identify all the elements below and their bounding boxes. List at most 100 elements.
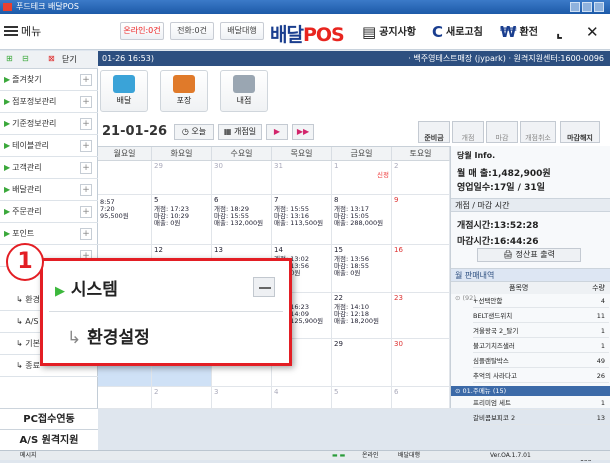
collapse-minus-button[interactable] (253, 277, 275, 297)
close-window-icon[interactable] (594, 2, 604, 12)
sidebar-item-customer[interactable]: ▶ 고객관리 + (0, 157, 98, 179)
sidebar-item-point[interactable]: ▶ 포인트 + (0, 223, 98, 245)
calendar-day-cell[interactable] (98, 161, 152, 195)
system-menu-item[interactable]: ▶ 시스템 (55, 275, 118, 300)
dinein-category-button[interactable]: 내점 (220, 70, 268, 112)
calendar-day-cell[interactable]: 6 (392, 387, 450, 409)
online-orders-button[interactable]: 온라인:0건 (120, 22, 164, 40)
sidebar-item-delivery[interactable]: ▶ 배달관리 + (0, 179, 98, 201)
collapse-button[interactable]: ⌞ (556, 19, 566, 45)
calendar-day-cell[interactable]: 23 (392, 293, 450, 339)
sales-item-row[interactable]: 갈비콤보피코 2 13 (473, 411, 609, 425)
sidebar-item-base-info[interactable]: ▶ 기준정보관리 + (0, 113, 98, 135)
sidebar-item-favorites[interactable]: ▶ 즐겨찾기 + (0, 69, 98, 91)
open-day-button[interactable]: ▦ 개점일 (218, 124, 262, 140)
day-number: 12 (154, 246, 163, 254)
status-bar: 메시지 ▬ ▬ 온라인 배달대행 Ver.OA.1.7.01 (0, 450, 610, 460)
pc-connect-button[interactable]: PC접수연동 (0, 408, 98, 429)
notice-button[interactable]: ▤ 공지사항 (362, 19, 416, 45)
refresh-button[interactable]: C 새로고침 (432, 19, 483, 45)
calendar-day-cell[interactable]: 1 신정 (332, 161, 392, 195)
takeout-category-button[interactable]: 포장 (160, 70, 208, 112)
today-button[interactable]: ◷ 오늘 (174, 124, 214, 140)
popup-divider (49, 311, 283, 312)
day-summary: 개점: 18:29 마감: 15:55 매출: 132,000원 (214, 205, 264, 227)
day-number: 3 (214, 388, 219, 396)
calendar-day-cell[interactable]: 29 (152, 161, 212, 195)
calendar-day-cell[interactable]: 7 개점: 15:55 마감: 13:16 매출: 113,500원 (272, 195, 332, 245)
calendar-day-cell[interactable]: 4 (272, 387, 332, 409)
calendar-day-cell[interactable]: 22 개점: 14:10 마감: 12:18 매출: 18,200원 (332, 293, 392, 339)
calendar-day-cell[interactable]: 31 (272, 161, 332, 195)
plus-icon: + (80, 118, 92, 130)
openclose-title: 개점 / 마감 시간 (451, 198, 610, 212)
collapse-all-icon[interactable]: ⊟ (22, 54, 29, 63)
close-cancel-button[interactable]: 마감해지 (560, 121, 600, 143)
plus-icon: + (80, 96, 92, 108)
calendar-day-cell[interactable]: 5 개점: 17:23 마감: 10:29 매출: 0원 (152, 195, 212, 245)
sales-item-row[interactable]: +선택안함 4 (473, 294, 609, 308)
exchange-button[interactable]: ₩ 환전 (500, 19, 538, 45)
month-info-title: 당월 Info. (457, 151, 496, 160)
sales-item-qty: 11 (596, 312, 605, 320)
sales-item-name: BELT샌드위치 (473, 312, 513, 320)
remote-support-button[interactable]: A/S 원격지원 (0, 429, 98, 450)
prep-money-button[interactable]: 준비금 (418, 121, 450, 143)
calendar-day-cell[interactable]: 9 (392, 195, 450, 245)
calendar-day-cell[interactable]: 29 (332, 339, 392, 387)
sales-group-2[interactable]: ⊙ 01.주메뉴 (15) (451, 386, 610, 396)
menu-label: 메뉴 (21, 25, 42, 38)
sales-item-row[interactable]: 프리미엄 세트 1 (473, 396, 609, 410)
calendar-day-cell[interactable]: 2 (392, 161, 450, 195)
env-settings-item[interactable]: ↳ 환경설정 (67, 323, 150, 348)
open-button[interactable]: 개점 (452, 121, 484, 143)
delivery-category-button[interactable]: 배달 (100, 70, 148, 112)
sales-item-qty: 26 (596, 372, 605, 380)
sidebar-item-order[interactable]: ▶ 주문관리 + (0, 201, 98, 223)
sidebar-item-table[interactable]: ▶ 테이블관리 + (0, 135, 98, 157)
close-all-icon[interactable]: ⊠ (48, 54, 55, 63)
calendar-day-cell[interactable]: 30 (212, 161, 272, 195)
day-number: 15 (334, 246, 343, 254)
sales-item-row[interactable]: 겨울왕국 2_탈기 1 (473, 324, 609, 338)
maximize-icon[interactable] (582, 2, 592, 12)
calendar-day-cell[interactable]: 2 (152, 387, 212, 409)
close-button[interactable]: ✕ (586, 19, 602, 45)
minimize-icon[interactable] (570, 2, 580, 12)
close-all-label[interactable]: 닫기 (62, 54, 77, 65)
calendar-day-cell[interactable]: 8:57 7:20 95,500원 (98, 195, 152, 245)
sales-item-row[interactable]: 심플랜탈박스 49 (473, 354, 609, 368)
delivery-agency-button[interactable]: 배달대행 (220, 22, 264, 40)
calendar-day-cell[interactable]: 16 (392, 245, 450, 293)
close-time: 마감시간:16:44:26 (457, 237, 539, 247)
calendar-day-cell[interactable]: 5 (332, 387, 392, 409)
calendar-day-cell[interactable]: 15 개점: 13:56 마감: 18:55 매출: 0원 (332, 245, 392, 293)
next-button[interactable]: ▶ (266, 124, 288, 140)
version-label: Ver.OA.1.7.01 (490, 452, 531, 459)
sales-item-row[interactable]: 불고기치즈샐러 1 (473, 339, 609, 353)
dinein-icon (233, 75, 255, 93)
day-number: 9 (394, 196, 399, 204)
day-number: 31 (274, 162, 283, 170)
phone-orders-button[interactable]: 전화:0건 (170, 22, 214, 40)
month-sales: 월 매 출:1,482,900원 (457, 169, 551, 179)
won-icon: ₩ (500, 23, 517, 41)
calendar-day-cell[interactable]: 3 (212, 387, 272, 409)
calendar-day-cell[interactable] (98, 387, 152, 409)
calendar-day-cell[interactable]: 8 개점: 13:17 마감: 15:05 매출: 288,000원 (332, 195, 392, 245)
sales-item-name: +선택안함 (473, 297, 503, 305)
day-number: 6 (394, 388, 399, 396)
close-day-button[interactable]: 마감 (486, 121, 518, 143)
sales-item-row[interactable]: BELT샌드위치 11 (473, 309, 609, 323)
calendar-day-cell[interactable]: 30 (392, 339, 450, 387)
sidebar-item-store-info[interactable]: ▶ 점포정보관리 + (0, 91, 98, 113)
brand-logo: 배달POS (270, 24, 345, 46)
expand-all-icon[interactable]: ⊞ (6, 54, 13, 63)
sales-item-row[interactable]: 추억의 사라다고 26 (473, 369, 609, 383)
delivery-status-label: 배달대행 (398, 452, 421, 459)
calendar-day-cell[interactable]: 6 개점: 18:29 마감: 15:55 매출: 132,000원 (212, 195, 272, 245)
menu-button[interactable]: 메뉴 (4, 19, 50, 45)
fast-forward-button[interactable]: ▶▶ (292, 124, 314, 140)
settle-print-button[interactable]: 🖨 정산표 출력 (477, 248, 581, 262)
open-cancel-button[interactable]: 개점취소 (520, 121, 556, 143)
